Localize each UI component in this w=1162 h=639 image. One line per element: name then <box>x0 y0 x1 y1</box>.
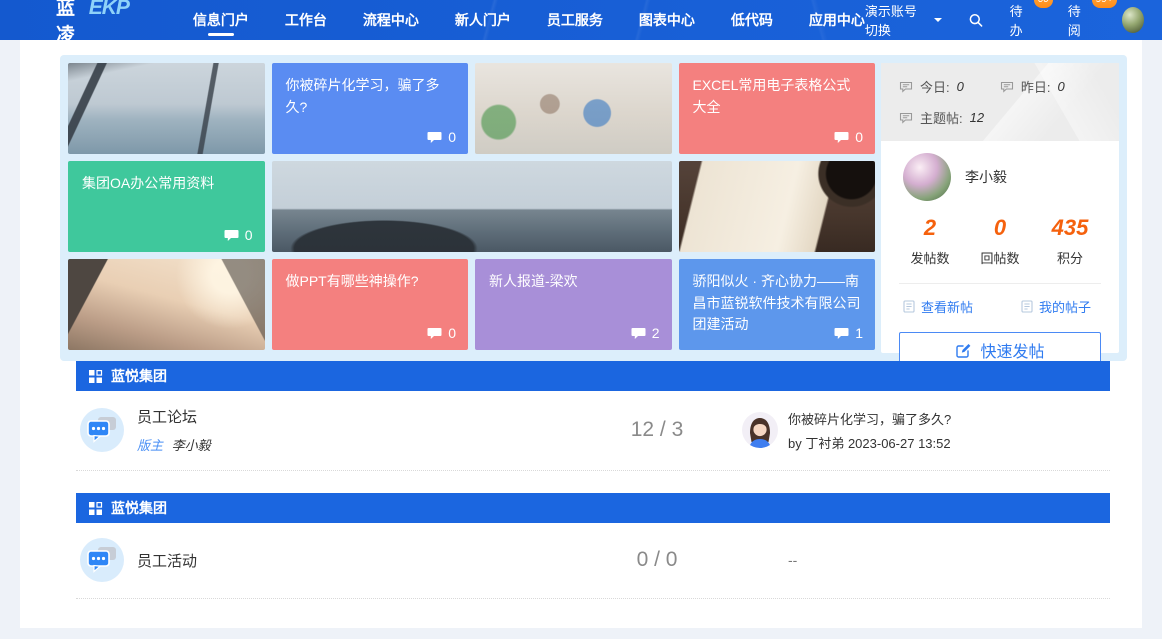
forum-hero-panel: 你被碎片化学习，骗了多久? 0 EXCEL常用电子表格公式大全 0 <box>60 55 1127 361</box>
post-tile-newcomer-intro[interactable]: 新人报道-梁欢 2 <box>475 259 672 350</box>
quick-links: 查看新帖 我的帖子 <box>881 284 1119 320</box>
post-tile-fragmented-learning[interactable]: 你被碎片化学习，骗了多久? 0 <box>272 63 469 154</box>
comment-count: 0 <box>224 227 253 243</box>
edit-pencil-icon <box>955 342 972 359</box>
latest-post-placeholder: -- <box>788 552 797 568</box>
forum-stats-panel: 今日: 0 昨日: 0 <box>881 63 1119 353</box>
post-tile-grid: 你被碎片化学习，骗了多久? 0 EXCEL常用电子表格公式大全 0 <box>68 63 875 353</box>
nav-item-process-center[interactable]: 流程中心 <box>363 0 419 40</box>
user-avatar[interactable] <box>1122 7 1144 33</box>
forum-section-2: 蓝悦集团 员工活动 0 / 0 -- <box>76 493 1110 599</box>
moderator-name-link[interactable]: 李小毅 <box>172 438 211 453</box>
post-tile-image-notebook[interactable] <box>679 161 876 252</box>
comment-bubble-icon <box>224 229 239 242</box>
forum-title-link[interactable]: 员工活动 <box>137 550 197 571</box>
comment-count: 1 <box>834 325 863 341</box>
user-avatar[interactable] <box>903 153 951 201</box>
nav-item-info-portal[interactable]: 信息门户 <box>193 0 249 40</box>
forum-row-employee-activities: 员工活动 0 / 0 -- <box>76 523 1110 599</box>
comment-count: 0 <box>834 129 863 145</box>
forum-section-1: 蓝悦集团 员工论坛 版主 李小毅 <box>76 361 1110 471</box>
topic-reply-counts: 0 / 0 <box>572 548 742 572</box>
counter-replies: 0 回帖数 <box>965 215 1035 267</box>
post-tile-image-mountain[interactable] <box>68 259 265 350</box>
comment-count: 2 <box>631 325 660 341</box>
comment-bubble-icon <box>631 327 646 340</box>
post-tile-image-team[interactable] <box>475 63 672 154</box>
user-name: 李小毅 <box>965 167 1007 187</box>
caret-down-icon <box>934 18 942 26</box>
header-right-cluster: 演示账号切换 待办 60 待阅 99+ <box>865 1 1144 39</box>
comment-bubble-icon <box>834 131 849 144</box>
post-tile-image-bridge[interactable] <box>68 63 265 154</box>
nav-item-app-center[interactable]: 应用中心 <box>809 0 865 40</box>
comment-bubble-icon <box>427 131 442 144</box>
latest-post: -- <box>742 552 1110 568</box>
latest-post-byline: by 丁衬弟 2023-06-27 13:52 <box>788 433 951 452</box>
nav-item-newcomer-portal[interactable]: 新人门户 <box>455 0 511 40</box>
moderator-label: 版主 <box>137 438 163 453</box>
forum-title-link[interactable]: 员工论坛 <box>137 406 211 427</box>
post-tile-oa-materials[interactable]: 集团OA办公常用资料 0 <box>68 161 265 252</box>
counter-posts: 2 发帖数 <box>895 215 965 267</box>
current-user: 李小毅 <box>881 141 1119 205</box>
todo-count-badge: 60 <box>1034 0 1053 8</box>
my-posts-link[interactable]: 我的帖子 <box>1021 297 1091 316</box>
forum-group-title: 蓝悦集团 <box>111 366 167 386</box>
post-tile-excel-formulas[interactable]: EXCEL常用电子表格公式大全 0 <box>679 63 876 154</box>
post-tile-image-sea[interactable] <box>272 161 672 252</box>
app-logo: 蓝凌 EKP <box>56 0 129 47</box>
logo-brand-text: 蓝凌 <box>56 0 87 47</box>
nav-item-workbench[interactable]: 工作台 <box>285 0 327 40</box>
main-nav: 信息门户 工作台 流程中心 新人门户 员工服务 图表中心 低代码 应用中心 <box>193 0 865 40</box>
forum-chat-icon <box>80 538 124 582</box>
latest-post: 你被碎片化学习，骗了多久? by 丁衬弟 2023-06-27 13:52 <box>742 409 1110 452</box>
stats-summary: 今日: 0 昨日: 0 <box>881 63 1119 141</box>
forum-group-header: 蓝悦集团 <box>76 493 1110 523</box>
nav-item-employee-services[interactable]: 员工服务 <box>547 0 603 40</box>
todo-nav-item[interactable]: 待办 60 <box>1010 1 1038 39</box>
comment-bubble-icon <box>427 327 442 340</box>
grid-icon <box>88 501 103 516</box>
logo-product-text: EKP <box>89 0 129 20</box>
post-tile-ppt-tricks[interactable]: 做PPT有哪些神操作? 0 <box>272 259 469 350</box>
forum-group-title: 蓝悦集团 <box>111 498 167 518</box>
stat-topic-posts: 主题帖: 12 <box>899 108 1101 127</box>
grid-icon <box>88 369 103 384</box>
view-new-posts-link[interactable]: 查看新帖 <box>903 297 973 316</box>
speech-bubble-icon <box>1000 81 1014 93</box>
topic-reply-counts: 12 / 3 <box>572 418 742 442</box>
post-tile-team-building[interactable]: 骄阳似火 · 齐心协力——南昌市蓝锐软件技术有限公司团建活动 1 <box>679 259 876 350</box>
comment-count: 0 <box>427 129 456 145</box>
speech-bubble-icon <box>899 112 913 124</box>
document-icon <box>1021 300 1033 313</box>
stat-today: 今日: 0 <box>899 77 964 96</box>
document-icon <box>903 300 915 313</box>
poster-avatar <box>742 412 778 448</box>
toread-count-badge: 99+ <box>1092 0 1117 8</box>
demo-account-switch[interactable]: 演示账号切换 <box>865 1 942 39</box>
forum-group-header: 蓝悦集团 <box>76 361 1110 391</box>
stat-yesterday: 昨日: 0 <box>1000 77 1065 96</box>
forum-row-employee-forum: 员工论坛 版主 李小毅 12 / 3 <box>76 391 1110 471</box>
search-icon[interactable] <box>968 11 983 29</box>
counter-points: 435 积分 <box>1035 215 1105 267</box>
forum-chat-icon <box>80 408 124 452</box>
top-navigation-bar: 蓝凌 EKP 信息门户 工作台 流程中心 新人门户 员工服务 图表中心 低代码 … <box>0 0 1162 40</box>
comment-count: 0 <box>427 325 456 341</box>
speech-bubble-icon <box>899 81 913 93</box>
nav-item-chart-center[interactable]: 图表中心 <box>639 0 695 40</box>
toread-nav-item[interactable]: 待阅 99+ <box>1068 1 1096 39</box>
user-counters: 2 发帖数 0 回帖数 435 积分 <box>881 205 1119 281</box>
latest-post-title-link[interactable]: 你被碎片化学习，骗了多久? <box>788 409 951 428</box>
nav-item-low-code[interactable]: 低代码 <box>731 0 773 40</box>
comment-bubble-icon <box>834 327 849 340</box>
page-content: 你被碎片化学习，骗了多久? 0 EXCEL常用电子表格公式大全 0 <box>20 40 1142 628</box>
